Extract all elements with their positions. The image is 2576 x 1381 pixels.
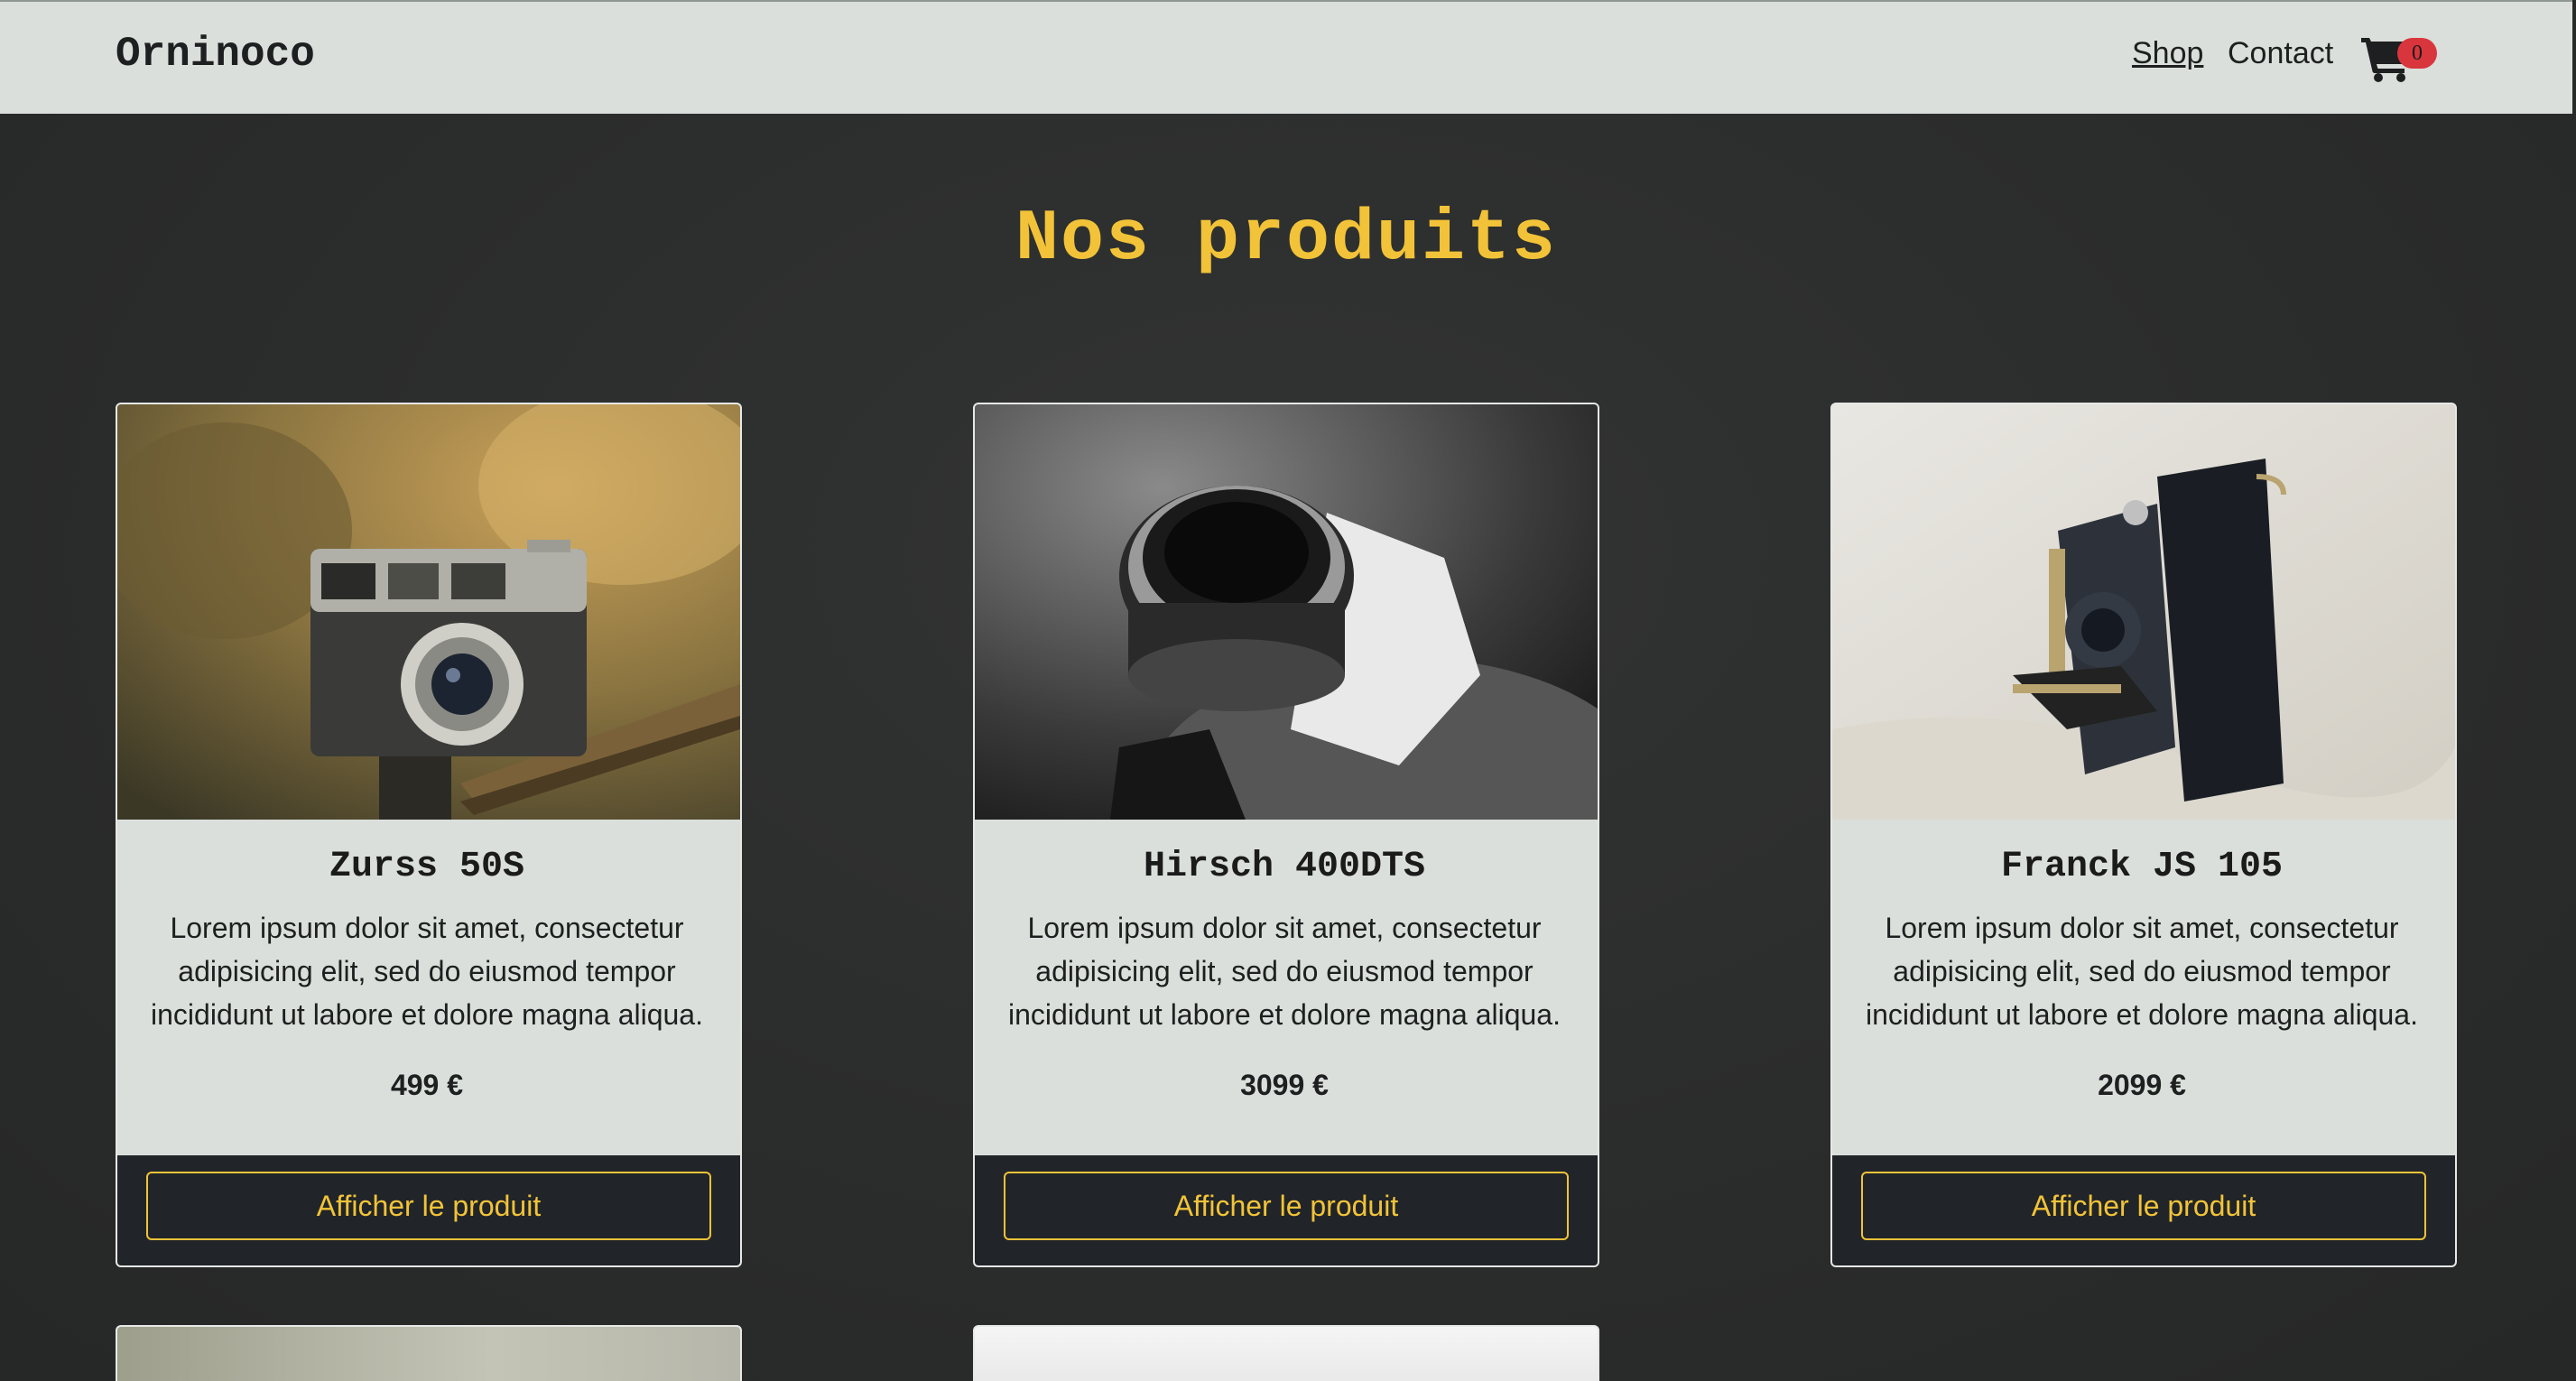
nav-link-contact[interactable]: Contact [2228, 36, 2333, 71]
brand-logo[interactable]: Orninoco [116, 31, 315, 78]
product-price: 499 € [390, 1069, 464, 1101]
product-card: Afficher le produit [1830, 403, 2457, 1267]
product-image[interactable] [117, 404, 740, 820]
product-name: Zurss 50S [329, 847, 525, 887]
view-product-button[interactable]: Afficher le produit [1861, 1172, 2426, 1240]
product-price: 2099 € [2098, 1069, 2186, 1101]
product-image[interactable] [975, 404, 1598, 820]
product-card-partial[interactable] [116, 1325, 742, 1381]
card-footer: Afficher le produit [117, 1155, 740, 1265]
card-footer: Afficher le produit [1832, 1155, 2455, 1265]
product-name: Hirsch 400DTS [1143, 847, 1426, 887]
product-price: 3099 € [1240, 1069, 1329, 1101]
product-card: Afficher le produit [973, 403, 1599, 1267]
product-description: Lorem ipsum dolor sit amet, consectetur … [1008, 912, 1561, 1031]
product-card: Afficher le produit [116, 403, 742, 1267]
nav-link-shop[interactable]: Shop [2132, 36, 2203, 71]
navbar: Orninoco Shop Contact 0 [0, 0, 2572, 114]
page-title: Nos produits [1015, 199, 1558, 281]
card-footer: Afficher le produit [975, 1155, 1598, 1265]
cart-count-badge: 0 [2397, 38, 2437, 69]
product-description: Lorem ipsum dolor sit amet, consectetur … [151, 912, 703, 1031]
product-card-partial[interactable] [973, 1325, 1599, 1381]
product-name: Franck JS 105 [2000, 847, 2284, 887]
view-product-button[interactable]: Afficher le produit [146, 1172, 711, 1240]
page: Orninoco Shop Contact 0 Nos produits Aff… [0, 0, 2576, 1381]
product-image[interactable] [1832, 404, 2455, 820]
view-product-button[interactable]: Afficher le produit [1004, 1172, 1569, 1240]
product-description: Lorem ipsum dolor sit amet, consectetur … [1866, 912, 2418, 1031]
